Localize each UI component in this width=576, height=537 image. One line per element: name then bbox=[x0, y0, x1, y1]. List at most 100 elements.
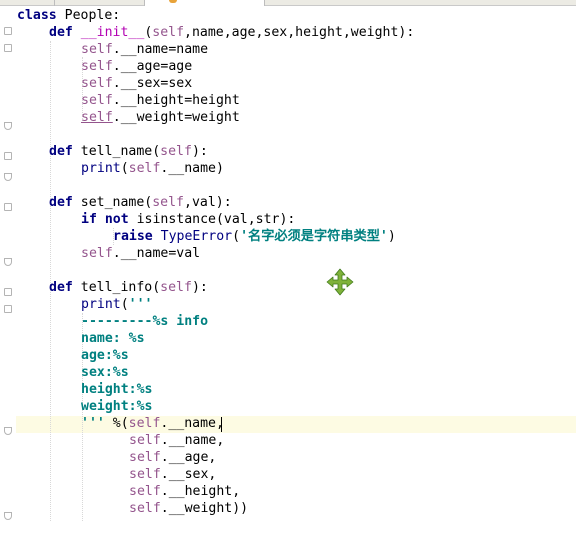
code-token: self bbox=[160, 144, 192, 159]
code-line[interactable]: weight:%s bbox=[81, 398, 152, 415]
code-token: self bbox=[152, 195, 184, 210]
code-token: self bbox=[152, 25, 185, 40]
code-line[interactable]: def tell_name(self): bbox=[49, 143, 208, 160]
code-token: .__name=name bbox=[112, 42, 209, 57]
code-token: self bbox=[160, 280, 192, 295]
code-token: ,val): bbox=[184, 195, 232, 210]
code-token: self bbox=[81, 76, 113, 91]
code-token: self bbox=[81, 42, 113, 57]
code-line[interactable]: self.__height, bbox=[129, 483, 240, 500]
code-line[interactable]: self.__weight=weight bbox=[81, 109, 240, 126]
code-line[interactable]: self.__name=name bbox=[81, 41, 208, 58]
code-line[interactable]: self.__sex, bbox=[129, 466, 216, 483]
code-token: .__sex, bbox=[160, 467, 217, 482]
fold-marker-icon[interactable] bbox=[4, 44, 12, 52]
code-token: TypeError bbox=[160, 229, 233, 244]
code-token: ): bbox=[191, 144, 208, 159]
editor-tab-2[interactable] bbox=[55, 0, 145, 6]
fold-marker-icon[interactable] bbox=[4, 288, 12, 296]
code-token: self bbox=[81, 93, 113, 108]
code-token: ''' bbox=[81, 416, 105, 431]
code-token: self bbox=[129, 501, 161, 516]
code-token: .__name) bbox=[160, 161, 224, 176]
code-token: if not bbox=[81, 212, 129, 227]
code-line[interactable]: ''' %(self.__name, bbox=[81, 415, 224, 432]
code-token: %( bbox=[104, 416, 129, 431]
code-token: height:%s bbox=[81, 382, 153, 397]
code-line[interactable]: sex:%s bbox=[81, 364, 129, 381]
code-line[interactable]: def tell_info(self): bbox=[49, 279, 208, 296]
code-token: def bbox=[49, 25, 73, 40]
code-line[interactable]: if not isinstance(val,str): bbox=[81, 211, 295, 228]
code-token: self bbox=[129, 484, 161, 499]
code-line[interactable]: self.__name, bbox=[129, 432, 224, 449]
code-line[interactable]: self.__name=val bbox=[81, 245, 200, 262]
code-token: ): bbox=[191, 280, 208, 295]
code-token: .__height=height bbox=[112, 93, 240, 108]
code-token: People: bbox=[56, 8, 121, 23]
code-token: age:%s bbox=[81, 348, 129, 363]
code-line[interactable]: self.__sex=sex bbox=[81, 75, 192, 92]
code-token: ( bbox=[120, 297, 129, 312]
code-token: .__name=val bbox=[112, 246, 201, 261]
python-file-icon bbox=[169, 0, 177, 3]
code-line[interactable]: class People: bbox=[17, 7, 120, 24]
fold-marker-icon[interactable] bbox=[4, 203, 12, 211]
fold-marker-icon[interactable] bbox=[4, 152, 12, 160]
editor-gutter bbox=[0, 6, 16, 537]
code-token: .__age=age bbox=[112, 59, 193, 74]
fold-end-marker-icon[interactable] bbox=[4, 427, 12, 435]
code-token: .__age, bbox=[160, 450, 217, 465]
code-token: raise bbox=[113, 229, 153, 244]
code-token: def bbox=[49, 144, 73, 159]
code-token: .__weight=weight bbox=[112, 110, 240, 125]
code-token: self bbox=[129, 433, 161, 448]
code-token: .__name, bbox=[160, 433, 225, 448]
code-line[interactable]: print(self.__name) bbox=[81, 160, 224, 177]
code-line[interactable]: def __init__(self,name,age,sex,height,we… bbox=[49, 24, 414, 41]
code-token: isinstance(val,str): bbox=[128, 212, 296, 227]
code-line[interactable]: ---------%s info bbox=[81, 313, 208, 330]
code-token: ) bbox=[387, 229, 396, 244]
code-line[interactable]: def set_name(self,val): bbox=[49, 194, 232, 211]
code-line[interactable]: raise TypeError('名字必须是字符串类型') bbox=[113, 228, 396, 245]
code-token: ---------%s info bbox=[81, 314, 209, 329]
code-token: .__sex=sex bbox=[112, 76, 193, 91]
code-token: print bbox=[81, 161, 121, 176]
code-line[interactable]: print(''' bbox=[81, 296, 152, 313]
code-token: __init__ bbox=[80, 25, 145, 40]
fold-end-marker-icon[interactable] bbox=[4, 512, 12, 520]
code-line[interactable]: height:%s bbox=[81, 381, 152, 398]
code-line[interactable]: self.__age, bbox=[129, 449, 216, 466]
code-token: def bbox=[49, 280, 73, 295]
editor-tab-active[interactable] bbox=[145, 0, 265, 6]
code-token: .__name, bbox=[160, 416, 224, 431]
code-token: name: %s bbox=[81, 331, 145, 346]
code-token: self bbox=[81, 59, 113, 74]
code-line[interactable]: self.__height=height bbox=[81, 92, 240, 109]
code-line[interactable]: age:%s bbox=[81, 347, 129, 364]
code-token: ,name,age,sex,height,weight): bbox=[184, 25, 415, 40]
fold-end-marker-icon[interactable] bbox=[4, 173, 12, 181]
code-token: ( bbox=[232, 229, 241, 244]
code-token: '名字必须是字符串类型' bbox=[240, 229, 388, 244]
code-token: .__height, bbox=[160, 484, 241, 499]
code-token: .__weight)) bbox=[160, 501, 249, 516]
fold-end-marker-icon[interactable] bbox=[4, 122, 12, 130]
code-line[interactable]: self.__age=age bbox=[81, 58, 192, 75]
fold-end-marker-icon[interactable] bbox=[4, 258, 12, 266]
code-token: self bbox=[81, 246, 113, 261]
code-token: set_name( bbox=[72, 195, 153, 210]
code-token: weight:%s bbox=[81, 399, 153, 414]
code-line[interactable]: self.__weight)) bbox=[129, 500, 248, 517]
code-token: tell_info( bbox=[72, 280, 161, 295]
text-caret bbox=[221, 417, 222, 432]
fold-marker-icon[interactable] bbox=[4, 305, 12, 313]
code-line[interactable]: name: %s bbox=[81, 330, 145, 347]
code-token: ''' bbox=[128, 297, 153, 312]
code-token: ( bbox=[120, 161, 129, 176]
fold-marker-icon[interactable] bbox=[4, 27, 12, 35]
editor-tab-bar bbox=[0, 0, 576, 6]
